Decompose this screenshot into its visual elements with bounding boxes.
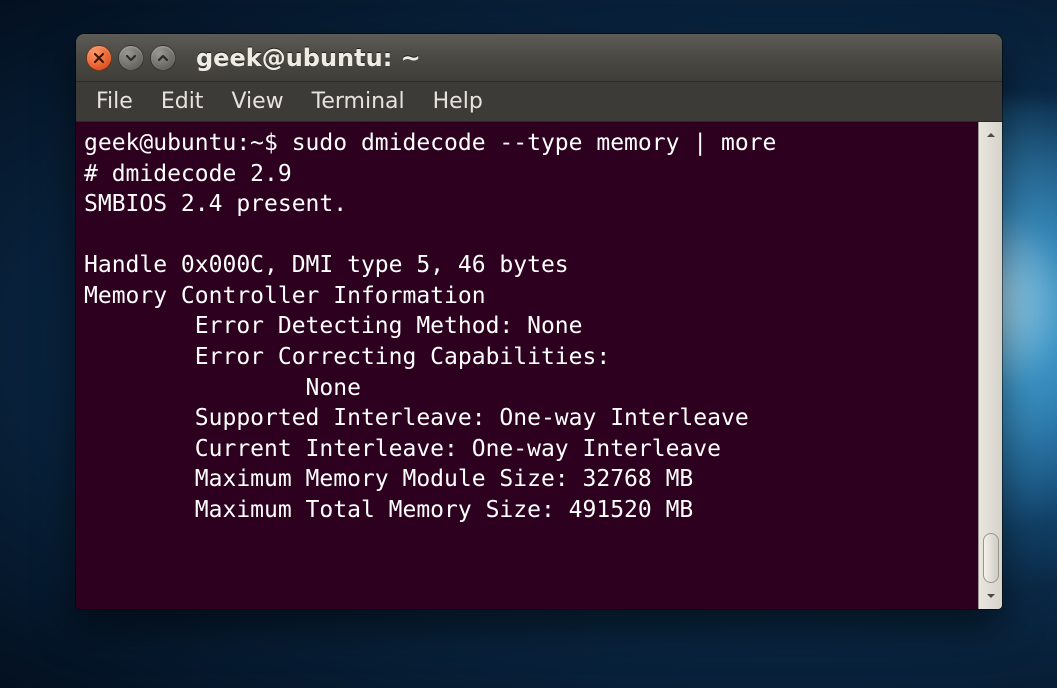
titlebar[interactable]: geek@ubuntu: ~ bbox=[76, 34, 1002, 82]
menu-edit[interactable]: Edit bbox=[147, 85, 218, 118]
menubar: File Edit View Terminal Help bbox=[76, 82, 1002, 122]
menu-file[interactable]: File bbox=[82, 85, 147, 118]
maximize-button[interactable] bbox=[150, 45, 176, 71]
chevron-down-icon bbox=[124, 51, 138, 65]
chevron-up-icon bbox=[156, 51, 170, 65]
terminal-window: geek@ubuntu: ~ File Edit View Terminal H… bbox=[76, 34, 1002, 609]
window-title: geek@ubuntu: ~ bbox=[196, 44, 421, 72]
close-button[interactable] bbox=[86, 45, 112, 71]
menu-view[interactable]: View bbox=[217, 85, 297, 118]
terminal-output[interactable]: geek@ubuntu:~$ sudo dmidecode --type mem… bbox=[76, 122, 978, 609]
scrollbar-thumb[interactable] bbox=[983, 533, 999, 583]
scroll-down-icon[interactable] bbox=[982, 587, 1000, 605]
minimize-button[interactable] bbox=[118, 45, 144, 71]
close-icon bbox=[92, 51, 106, 65]
menu-terminal[interactable]: Terminal bbox=[298, 85, 419, 118]
scrollbar[interactable] bbox=[978, 122, 1002, 609]
scroll-up-icon[interactable] bbox=[982, 126, 1000, 144]
terminal-body-wrap: geek@ubuntu:~$ sudo dmidecode --type mem… bbox=[76, 122, 1002, 609]
menu-help[interactable]: Help bbox=[419, 85, 497, 118]
